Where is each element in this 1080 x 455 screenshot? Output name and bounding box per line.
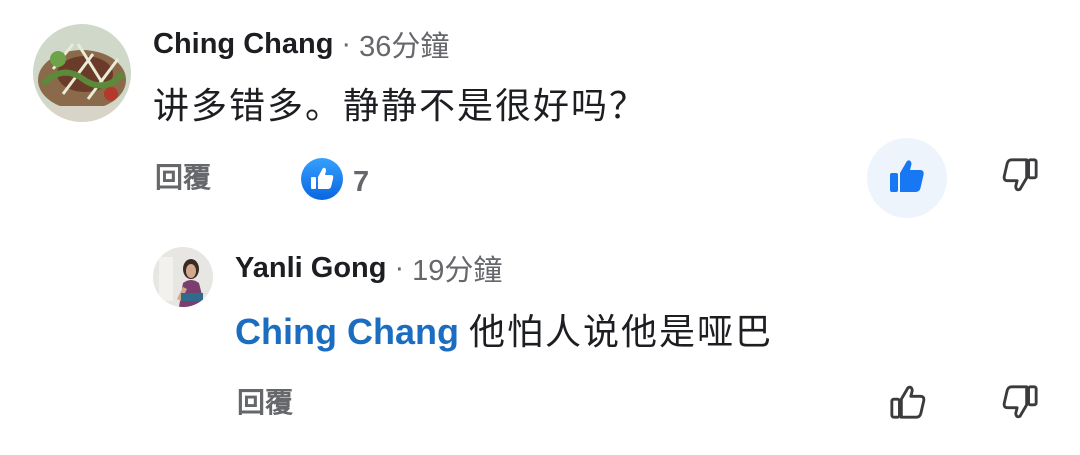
reply-dislike-button[interactable]: [998, 382, 1042, 426]
reply-body: Ching Chang 他怕人说他是哑巴: [235, 308, 773, 356]
thumbs-up-icon: [889, 383, 927, 426]
comment-header: Ching Chang · 36分鐘: [153, 23, 449, 65]
reply-author-name[interactable]: Yanli Gong: [235, 252, 386, 285]
comment-author-name[interactable]: Ching Chang: [153, 28, 333, 61]
reply-reply-button[interactable]: 回覆: [237, 385, 293, 421]
reaction-summary[interactable]: 7: [301, 158, 369, 205]
replier-avatar[interactable]: [153, 247, 213, 307]
header-separator: ·: [341, 27, 352, 60]
thumbs-up-icon: [887, 156, 927, 201]
reply-header-separator: ·: [394, 251, 405, 284]
reply-header: Yanli Gong · 19分鐘: [235, 247, 502, 289]
reply-like-button[interactable]: [886, 382, 930, 426]
comment-dislike-button[interactable]: [998, 155, 1042, 199]
thumbs-down-icon: [1001, 383, 1039, 426]
reply-timestamp[interactable]: 19分鐘: [412, 247, 502, 289]
like-count: 7: [353, 165, 370, 198]
thumbs-down-icon: [1001, 156, 1039, 199]
comment-text: 讲多错多。静静不是很好吗？: [153, 85, 648, 126]
comment-timestamp[interactable]: 36分鐘: [359, 23, 449, 65]
comment-reply-button[interactable]: 回覆: [155, 160, 211, 196]
mention-link[interactable]: Ching Chang: [235, 311, 459, 352]
commenter-avatar[interactable]: [33, 24, 131, 122]
comment-like-button[interactable]: [867, 138, 947, 218]
reply-text: 他怕人说他是哑巴: [468, 311, 773, 352]
thumbs-up-reaction-icon: [301, 158, 343, 205]
